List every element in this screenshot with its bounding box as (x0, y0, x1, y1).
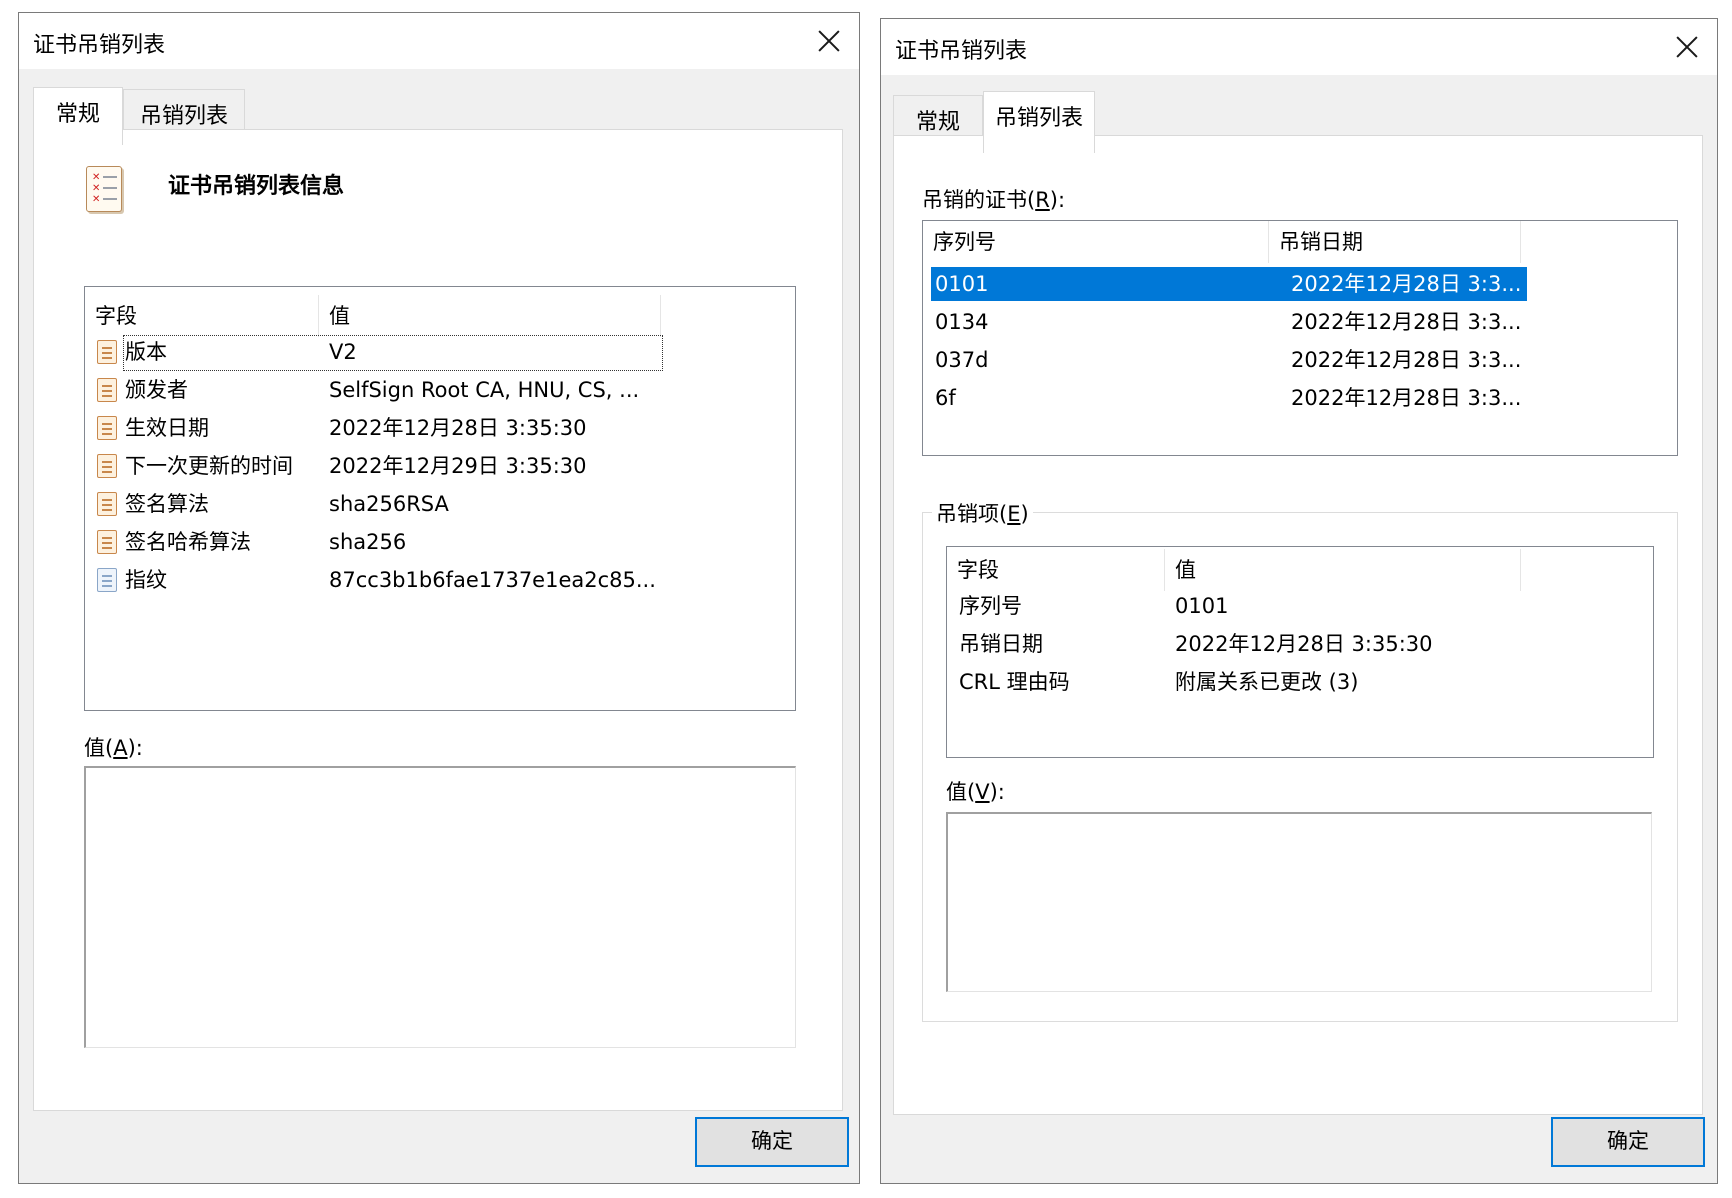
title-bar: 证书吊销列表 (19, 13, 859, 69)
entry-field: 序列号 (959, 594, 1022, 618)
table-row[interactable]: 生效日期 2022年12月28日 3:35:30 (85, 411, 665, 445)
title-bar: 证书吊销列表 (881, 19, 1717, 75)
ok-button[interactable]: 确定 (695, 1117, 849, 1167)
column-header-field[interactable]: 字段 (85, 295, 319, 337)
entry-field: CRL 理由码 (959, 670, 1070, 694)
field-value: 2022年12月29日 3:35:30 (329, 454, 587, 478)
table-row[interactable]: 0134 2022年12月28日 3:3... (931, 305, 1527, 339)
revoked-certificates-label: 吊销的证书(R): (922, 188, 1066, 212)
serial-number: 0134 (935, 310, 989, 334)
value-textbox[interactable] (946, 812, 1652, 992)
table-row[interactable]: 指纹 87cc3b1b6fae1737e1ea2c85... (85, 563, 665, 597)
column-header-serial[interactable]: 序列号 (923, 221, 1269, 263)
tab-general[interactable]: 常规 (33, 87, 123, 145)
focus-indicator (123, 335, 663, 371)
field-name: 颁发者 (125, 378, 188, 402)
field-value: sha256RSA (329, 492, 449, 516)
tab-revocation-list-label: 吊销列表 (994, 106, 1083, 131)
crl-dialog-general: 证书吊销列表 常规 吊销列表 ✕ ✕ ✕ 证书吊销列表信息 字段 值 版本 V2… (18, 12, 860, 1184)
tab-general-label: 常规 (55, 102, 100, 127)
revoked-certificates-list[interactable]: 序列号 吊销日期 0101 2022年12月28日 3:3... 0134 20… (922, 220, 1678, 456)
table-row[interactable]: 6f 2022年12月28日 3:3... (931, 381, 1527, 415)
close-icon[interactable] (1667, 27, 1707, 67)
serial-number: 6f (935, 386, 956, 410)
column-header-value[interactable]: 值 (1165, 549, 1521, 591)
field-name: 指纹 (125, 568, 167, 592)
crl-dialog-revocation: 证书吊销列表 常规 吊销列表 吊销的证书(R): 序列号 吊销日期 0101 2… (880, 18, 1718, 1184)
table-row[interactable]: 下一次更新的时间 2022年12月29日 3:35:30 (85, 449, 665, 483)
field-value: sha256 (329, 530, 407, 554)
revocation-entry-label: 吊销项(E) (932, 498, 1033, 528)
serial-number: 037d (935, 348, 989, 372)
serial-number: 0101 (935, 272, 989, 296)
entry-field: 吊销日期 (959, 632, 1043, 656)
window-title: 证书吊销列表 (33, 33, 166, 58)
thumbprint-icon (97, 568, 117, 592)
certificate-field-icon (97, 378, 117, 402)
table-row[interactable]: 吊销日期 2022年12月28日 3:35:30 (947, 627, 1547, 661)
certificate-field-icon (97, 416, 117, 440)
close-icon[interactable] (809, 21, 849, 61)
field-name: 签名算法 (125, 492, 209, 516)
table-row-selected[interactable]: 0101 2022年12月28日 3:3... (931, 267, 1527, 301)
column-header-value[interactable]: 值 (319, 295, 661, 337)
value-label: 值(A): (84, 736, 143, 760)
tab-revocation-list[interactable]: 吊销列表 (983, 91, 1095, 153)
certificate-field-icon (97, 454, 117, 478)
general-panel: ✕ ✕ ✕ 证书吊销列表信息 字段 值 版本 V2 颁发者 SelfSign R… (33, 129, 843, 1111)
column-header-revocation-date[interactable]: 吊销日期 (1269, 221, 1521, 263)
table-row[interactable]: 颁发者 SelfSign Root CA, HNU, CS, ... (85, 373, 665, 407)
field-value: 2022年12月28日 3:35:30 (329, 416, 587, 440)
table-row[interactable]: 签名算法 sha256RSA (85, 487, 665, 521)
table-row[interactable]: CRL 理由码 附属关系已更改 (3) (947, 665, 1547, 699)
field-name: 签名哈希算法 (125, 530, 251, 554)
entry-value: 附属关系已更改 (3) (1175, 670, 1359, 694)
certificate-field-icon (97, 340, 117, 364)
crl-document-icon: ✕ ✕ ✕ (86, 166, 122, 212)
revocation-date: 2022年12月28日 3:3... (1291, 272, 1522, 296)
certificate-field-icon (97, 530, 117, 554)
window-title: 证书吊销列表 (895, 39, 1028, 64)
certificate-field-icon (97, 492, 117, 516)
table-row[interactable]: 版本 V2 (85, 335, 665, 371)
field-name: 下一次更新的时间 (125, 454, 293, 478)
field-list[interactable]: 字段 值 版本 V2 颁发者 SelfSign Root CA, HNU, CS… (84, 286, 796, 711)
ok-button[interactable]: 确定 (1551, 1117, 1705, 1167)
entry-value: 0101 (1175, 594, 1229, 618)
field-value: SelfSign Root CA, HNU, CS, ... (329, 378, 640, 402)
table-row[interactable]: 037d 2022年12月28日 3:3... (931, 343, 1527, 377)
revocation-date: 2022年12月28日 3:3... (1291, 348, 1522, 372)
value-textbox[interactable] (84, 766, 796, 1048)
revocation-panel: 吊销的证书(R): 序列号 吊销日期 0101 2022年12月28日 3:3.… (893, 135, 1703, 1115)
table-row[interactable]: 签名哈希算法 sha256 (85, 525, 665, 559)
tab-revocation-list-label: 吊销列表 (139, 104, 228, 129)
field-value: 87cc3b1b6fae1737e1ea2c85... (329, 568, 656, 592)
table-row[interactable]: 序列号 0101 (947, 589, 1547, 623)
tab-general-label: 常规 (915, 110, 960, 135)
revocation-date: 2022年12月28日 3:3... (1291, 386, 1522, 410)
value-label: 值(V): (946, 780, 1005, 804)
field-name: 生效日期 (125, 416, 209, 440)
revocation-date: 2022年12月28日 3:3... (1291, 310, 1522, 334)
column-header-field[interactable]: 字段 (947, 549, 1165, 591)
revocation-entry-list[interactable]: 字段 值 序列号 0101 吊销日期 2022年12月28日 3:35:30 C… (946, 546, 1654, 758)
entry-value: 2022年12月28日 3:35:30 (1175, 632, 1433, 656)
info-heading: 证书吊销列表信息 (168, 174, 345, 199)
